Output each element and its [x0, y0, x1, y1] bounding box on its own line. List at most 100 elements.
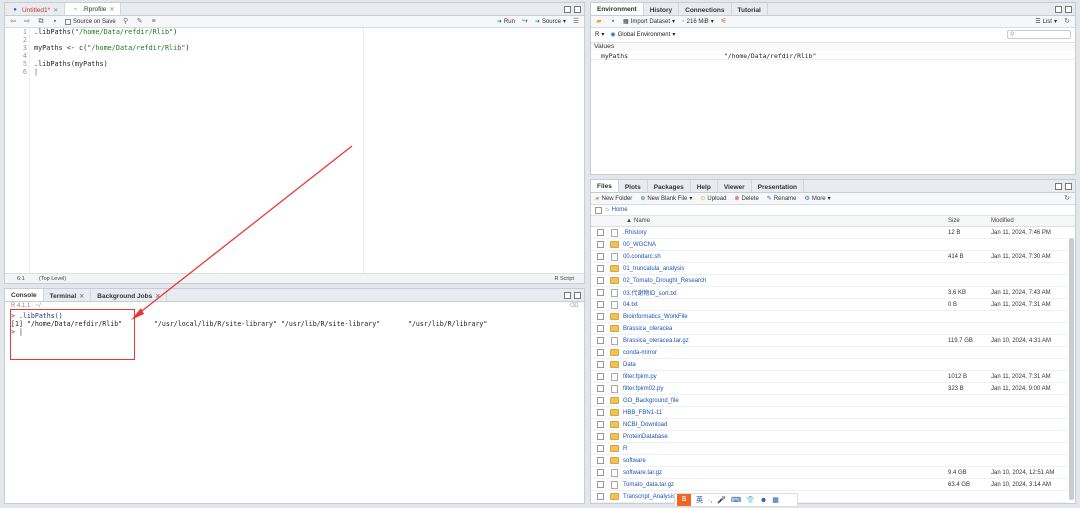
menu-grid-icon[interactable]: ▦: [772, 496, 779, 504]
delete-button[interactable]: ⊗ Delete: [734, 195, 758, 203]
file-row[interactable]: filter.fpkm02.py 323 B Jan 11, 2024, 9:00 …: [591, 383, 1067, 395]
column-modified[interactable]: Modified: [991, 218, 1014, 224]
import-dataset-button[interactable]: ▦ Import Dataset ▾: [623, 18, 675, 26]
file-name-link[interactable]: 04.txt: [623, 302, 638, 308]
close-icon[interactable]: ✕: [109, 6, 114, 13]
row-checkbox[interactable]: [597, 277, 604, 284]
file-name-link[interactable]: HBB_FBN1-11: [623, 410, 662, 416]
file-name-link[interactable]: NCBI_Download: [623, 422, 667, 428]
show-in-window-icon[interactable]: ⧉: [37, 18, 45, 26]
file-row[interactable]: .Rhistory 12 B Jan 11, 2024, 7:46 PM: [591, 227, 1067, 239]
maximize-button[interactable]: [1065, 183, 1072, 190]
file-name-link[interactable]: GO_Background_file: [623, 398, 679, 404]
new-blank-file-button[interactable]: ⊕ New Blank File ▾: [640, 195, 692, 203]
close-icon[interactable]: ✕: [155, 293, 160, 300]
back-arrow-icon[interactable]: ⇦: [9, 18, 17, 26]
row-checkbox[interactable]: [597, 433, 604, 440]
file-name-link[interactable]: R: [623, 446, 627, 452]
row-checkbox[interactable]: [597, 229, 604, 236]
broom-icon[interactable]: ⚟: [720, 18, 728, 26]
file-row[interactable]: 00.condarc.sh 414 B Jan 11, 2024, 7:30 AM: [591, 251, 1067, 263]
file-name-link[interactable]: Data: [623, 362, 636, 368]
file-row[interactable]: Data: [591, 359, 1067, 371]
file-row[interactable]: 00_WGCNA: [591, 239, 1067, 251]
file-name-link[interactable]: 00.condarc.sh: [623, 254, 661, 260]
file-row[interactable]: Brassica_oleracea: [591, 323, 1067, 335]
row-checkbox[interactable]: [597, 289, 604, 296]
search-icon[interactable]: ⚲: [122, 18, 130, 26]
row-checkbox[interactable]: [597, 493, 604, 500]
file-type[interactable]: R Script: [554, 276, 574, 282]
file-row[interactable]: 03.代谢物ID_sort.txt 3.6 KB Jan 11, 2024, 7:4…: [591, 287, 1067, 299]
list-view-button[interactable]: ☰ List ▾: [1035, 18, 1057, 26]
file-name-link[interactable]: filter.fpkm.py: [623, 374, 657, 380]
minimize-button[interactable]: [1055, 6, 1062, 13]
env-search-input[interactable]: ⚲: [1007, 30, 1071, 39]
file-row[interactable]: Tomato_data.tar.gz 63.4 GB Jan 10, 2024, 3…: [591, 479, 1067, 491]
close-icon[interactable]: ✕: [53, 7, 58, 14]
rerun-icon[interactable]: ↪: [521, 18, 529, 26]
row-checkbox[interactable]: [597, 445, 604, 452]
maximize-button[interactable]: [1065, 6, 1072, 13]
language-select[interactable]: R ▾: [595, 31, 604, 39]
emoji-icon[interactable]: ☻: [760, 497, 767, 504]
tab-background-jobs[interactable]: Background Jobs ✕: [91, 289, 168, 301]
row-checkbox[interactable]: [597, 361, 604, 368]
clear-console-icon[interactable]: ⌫: [570, 302, 578, 311]
file-name-link[interactable]: software: [623, 458, 646, 464]
file-name-link[interactable]: 01_truncatula_analysis: [623, 266, 684, 272]
row-checkbox[interactable]: [597, 325, 604, 332]
file-row[interactable]: ProteinDatabase: [591, 431, 1067, 443]
scope-select[interactable]: ◉ Global Environment ▾: [610, 31, 675, 39]
file-row[interactable]: HBB_FBN1-11: [591, 407, 1067, 419]
tab-viewer[interactable]: Viewer: [718, 180, 752, 192]
scope-indicator[interactable]: (Top Level): [39, 276, 66, 282]
file-name-link[interactable]: Bioinformatics_WorkFile: [623, 314, 688, 320]
tab-packages[interactable]: Packages: [648, 180, 691, 192]
new-folder-button[interactable]: ▰ New Folder: [595, 195, 632, 203]
breadcrumb-home[interactable]: Home: [612, 207, 628, 213]
file-name-link[interactable]: Brassica_oleracea.tar.gz: [623, 338, 689, 344]
tab-plots[interactable]: Plots: [619, 180, 648, 192]
run-button[interactable]: ➜ Run: [497, 18, 515, 26]
open-folder-icon[interactable]: ▰: [595, 18, 603, 26]
save-icon[interactable]: ▪: [51, 18, 59, 26]
row-checkbox[interactable]: [597, 241, 604, 248]
row-checkbox[interactable]: [597, 469, 604, 476]
file-name-link[interactable]: filter.fpkm02.py: [623, 386, 663, 392]
refresh-icon[interactable]: ↻: [1063, 18, 1071, 26]
file-name-link[interactable]: 03.代谢物ID_sort.txt: [623, 288, 677, 297]
row-checkbox[interactable]: [597, 265, 604, 272]
minimize-button[interactable]: [564, 6, 571, 13]
file-name-link[interactable]: 00_WGCNA: [623, 242, 656, 248]
file-row[interactable]: Transcript_Analysis: [591, 491, 1067, 503]
file-name-link[interactable]: software.tar.gz: [623, 470, 662, 476]
skin-icon[interactable]: 👕: [746, 496, 755, 504]
source-button[interactable]: ➜ Source ▾: [535, 18, 566, 26]
file-row[interactable]: Bioinformatics_WorkFile: [591, 311, 1067, 323]
tab-tutorial[interactable]: Tutorial: [732, 3, 768, 15]
more-button[interactable]: ⚙ More ▾: [805, 195, 831, 203]
upload-button[interactable]: ⊙ Upload: [700, 195, 726, 203]
row-checkbox[interactable]: [597, 409, 604, 416]
save-icon[interactable]: ▪: [609, 18, 617, 26]
row-checkbox[interactable]: [597, 301, 604, 308]
tab-untitled1[interactable]: ● Untitled1* ✕: [5, 3, 66, 15]
column-size[interactable]: Size: [948, 218, 960, 224]
file-row[interactable]: software: [591, 455, 1067, 467]
file-row[interactable]: software.tar.gz 9.4 GB Jan 10, 2024, 12:51…: [591, 467, 1067, 479]
tab-history[interactable]: History: [644, 3, 680, 15]
sogou-logo-icon[interactable]: S: [677, 494, 691, 506]
tab-files[interactable]: Files: [591, 180, 619, 192]
close-icon[interactable]: ✕: [79, 293, 84, 300]
minimize-button[interactable]: [564, 292, 571, 299]
row-checkbox[interactable]: [597, 397, 604, 404]
ime-language-toggle[interactable]: 英: [696, 495, 703, 505]
file-row[interactable]: R: [591, 443, 1067, 455]
tab-connections[interactable]: Connections: [679, 3, 732, 15]
file-name-link[interactable]: conda-mirror: [623, 350, 657, 356]
file-name-link[interactable]: Brassica_oleracea: [623, 326, 672, 332]
row-checkbox[interactable]: [597, 313, 604, 320]
row-checkbox[interactable]: [597, 457, 604, 464]
format-icon[interactable]: ≡: [150, 18, 158, 26]
